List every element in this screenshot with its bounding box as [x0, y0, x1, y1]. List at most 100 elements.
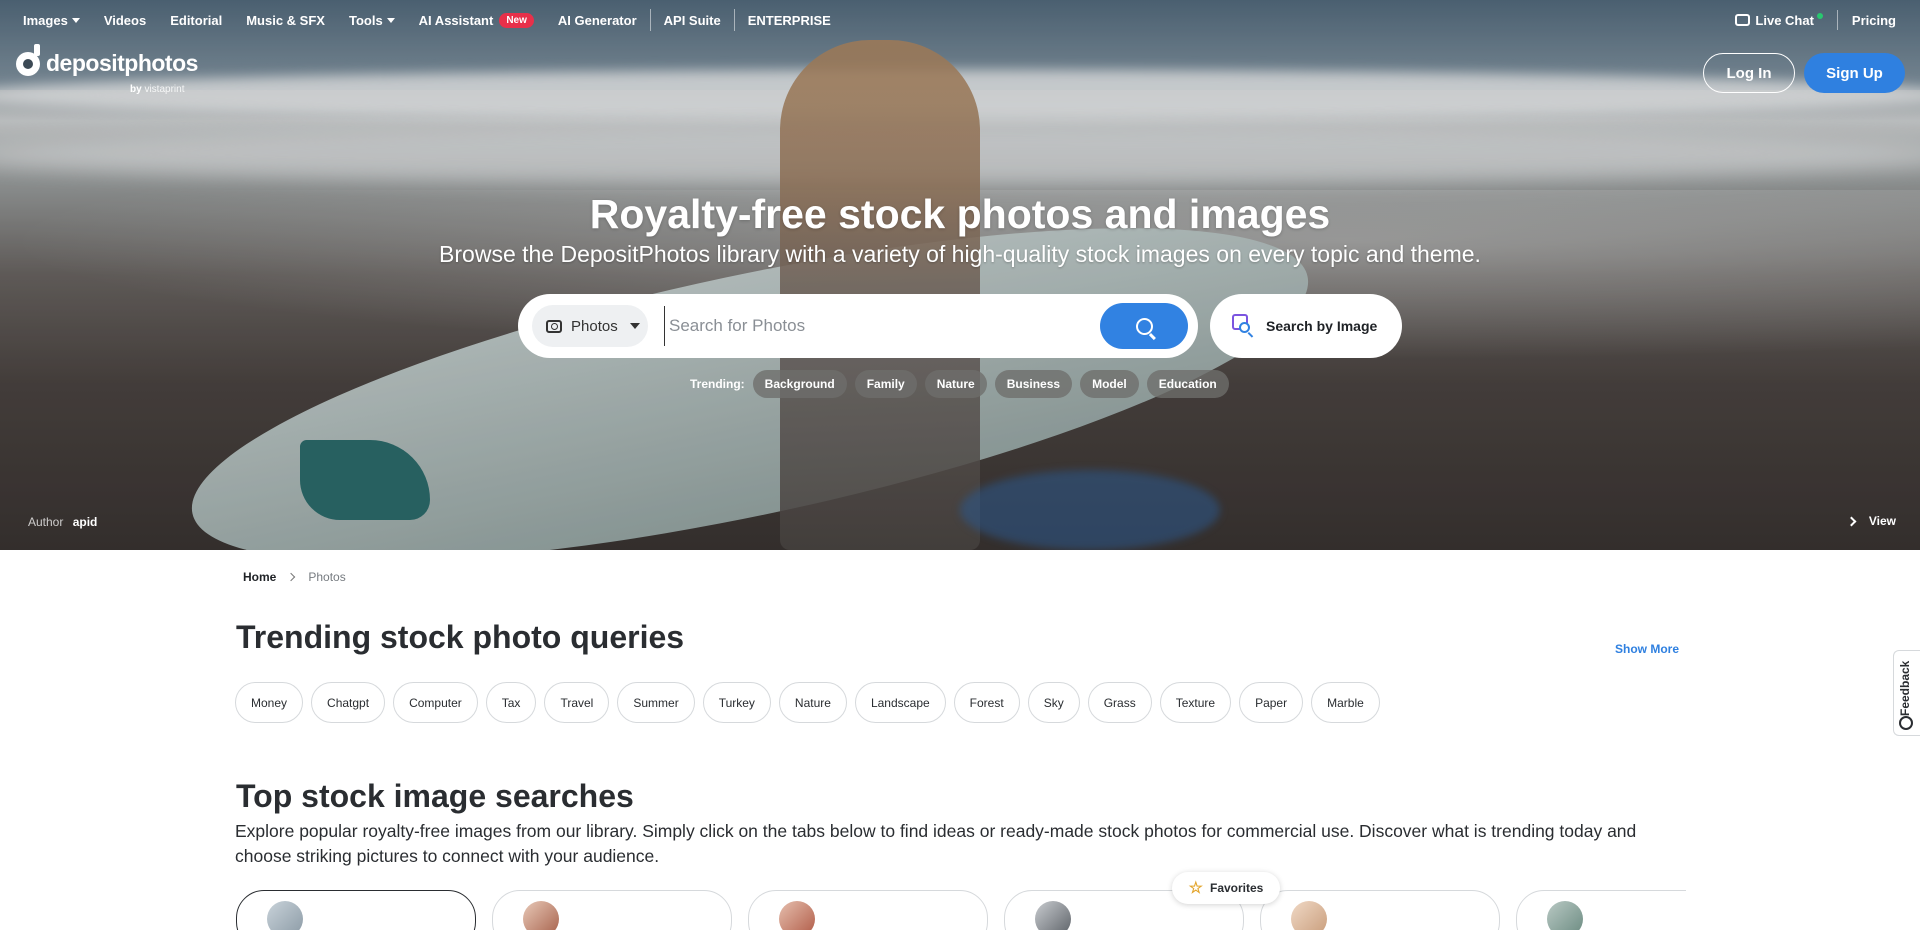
top-navigation-right: Live Chat Pricing	[1735, 0, 1896, 40]
trending-queries-title: Trending stock photo queries	[236, 619, 685, 655]
query-tag[interactable]: Tax	[485, 682, 537, 723]
nav-divider	[733, 9, 735, 31]
search-by-image-label: Search by Image	[1266, 318, 1378, 334]
chevron-right-icon	[1846, 516, 1857, 526]
query-tag[interactable]: Sky	[1027, 682, 1080, 723]
author-label: Author	[28, 515, 64, 529]
logo-text: depositphotos	[46, 50, 198, 76]
live-chat-link[interactable]: Live Chat	[1735, 13, 1823, 28]
query-tag[interactable]: Summer	[617, 682, 695, 723]
logo-partner: vistaprint	[144, 84, 185, 95]
nav-item-label: Music & SFX	[246, 12, 325, 28]
search-card[interactable]	[1260, 890, 1500, 930]
search-card[interactable]	[748, 890, 988, 930]
query-tag[interactable]: Forest	[953, 682, 1020, 723]
nav-item-videos[interactable]: Videos	[104, 13, 146, 28]
top-searches-title: Top stock image searches	[236, 778, 634, 814]
nav-item-tools[interactable]: Tools	[349, 13, 395, 28]
query-tag[interactable]: Computer	[393, 682, 478, 723]
logo-mark-icon	[16, 43, 40, 76]
search-card-thumbnail	[267, 901, 303, 930]
trending-tag[interactable]: Business	[994, 370, 1073, 398]
trending-tag[interactable]: Nature	[924, 370, 987, 398]
nav-item-images[interactable]: Images	[23, 13, 80, 28]
top-searches-cards	[236, 890, 1686, 930]
view-image-link[interactable]: View	[1846, 514, 1896, 528]
search-card-thumbnail	[1035, 901, 1071, 930]
trending-queries-list: Money Chatgpt Computer Tax Travel Summer…	[235, 682, 1388, 723]
nav-item-label: Tools	[348, 12, 383, 28]
top-navigation: Images Videos Editorial Music & SFX Tool…	[0, 0, 1920, 40]
query-tag[interactable]: Paper	[1239, 682, 1304, 723]
login-button[interactable]: Log In	[1703, 53, 1795, 93]
nav-item-ai-assistant[interactable]: AI Assistant New	[418, 12, 534, 28]
query-tag[interactable]: Chatgpt	[311, 682, 386, 723]
online-status-dot	[1816, 13, 1823, 19]
live-chat-label: Live Chat	[1755, 12, 1814, 28]
nav-item-enterprise[interactable]: ENTERPRISE	[748, 13, 831, 28]
caret-down-icon	[71, 17, 80, 23]
search-card-thumbnail	[779, 901, 815, 930]
feedback-label: Feedback	[1898, 660, 1912, 716]
nav-item-ai-generator[interactable]: AI Generator	[558, 13, 637, 28]
breadcrumb: Home Photos	[243, 570, 346, 584]
logo-byline: by vistaprint	[130, 84, 184, 95]
view-label: View	[1868, 514, 1896, 528]
nav-item-label: AI Assistant	[418, 12, 494, 28]
favorites-button[interactable]: ☆ Favorites	[1172, 872, 1280, 904]
search-card-thumbnail	[523, 901, 559, 930]
pricing-link[interactable]: Pricing	[1852, 13, 1896, 28]
trending-tag[interactable]: Family	[854, 370, 917, 398]
search-card-thumbnail	[1291, 901, 1327, 930]
signup-button[interactable]: Sign Up	[1804, 53, 1905, 93]
search-card-thumbnail	[1547, 901, 1583, 930]
trending-tag[interactable]: Background	[752, 370, 847, 398]
caret-down-icon	[386, 17, 395, 23]
trending-tag[interactable]: Education	[1146, 370, 1229, 398]
search-button[interactable]	[1100, 303, 1188, 349]
chevron-right-icon	[287, 572, 296, 582]
logo-by: by	[130, 84, 142, 95]
new-badge: New	[499, 12, 534, 28]
depositphotos-logo[interactable]: depositphotos	[16, 43, 198, 77]
search-card[interactable]	[1516, 890, 1686, 930]
chat-bubble-icon	[1735, 14, 1751, 26]
hero-banner	[0, 0, 1920, 550]
query-tag[interactable]: Money	[235, 682, 304, 723]
hero-trending: Trending: Background Family Nature Busin…	[690, 370, 1237, 398]
search-input[interactable]	[664, 306, 1096, 346]
author-name-link[interactable]: apid	[73, 515, 98, 529]
camera-icon	[546, 319, 562, 333]
top-searches-description: Explore popular royalty-free images from…	[235, 821, 1637, 866]
query-tag[interactable]: Texture	[1159, 682, 1232, 723]
nav-item-label: Videos	[103, 12, 147, 28]
search-type-label: Photos	[571, 317, 618, 335]
nav-item-editorial[interactable]: Editorial	[170, 13, 222, 28]
query-tag[interactable]: Landscape	[854, 682, 946, 723]
query-tag[interactable]: Turkey	[702, 682, 771, 723]
hero-subtitle: Browse the DepositPhotos library with a …	[439, 241, 1481, 267]
search-icon	[1135, 317, 1153, 335]
nav-item-music-sfx[interactable]: Music & SFX	[246, 13, 325, 28]
search-card[interactable]	[492, 890, 732, 930]
nav-item-label: AI Generator	[557, 12, 637, 28]
breadcrumb-current: Photos	[308, 570, 346, 584]
show-more-link[interactable]: Show More	[1615, 642, 1679, 656]
nav-item-label: API Suite	[663, 12, 721, 28]
feedback-icon	[1899, 716, 1913, 730]
nav-item-label: Editorial	[170, 12, 223, 28]
nav-divider	[649, 9, 651, 31]
search-type-select[interactable]: Photos	[532, 305, 648, 347]
query-tag[interactable]: Nature	[778, 682, 847, 723]
trending-tag[interactable]: Model	[1080, 370, 1139, 398]
breadcrumb-home[interactable]: Home	[243, 570, 276, 584]
nav-item-label: Images	[23, 12, 68, 28]
nav-item-api-suite[interactable]: API Suite	[664, 13, 721, 28]
query-tag[interactable]: Travel	[544, 682, 610, 723]
image-search-icon	[1232, 314, 1256, 338]
query-tag[interactable]: Marble	[1311, 682, 1380, 723]
search-card[interactable]	[236, 890, 476, 930]
search-by-image-button[interactable]: Search by Image	[1210, 294, 1402, 358]
query-tag[interactable]: Grass	[1087, 682, 1152, 723]
nav-item-label: ENTERPRISE	[747, 12, 831, 28]
